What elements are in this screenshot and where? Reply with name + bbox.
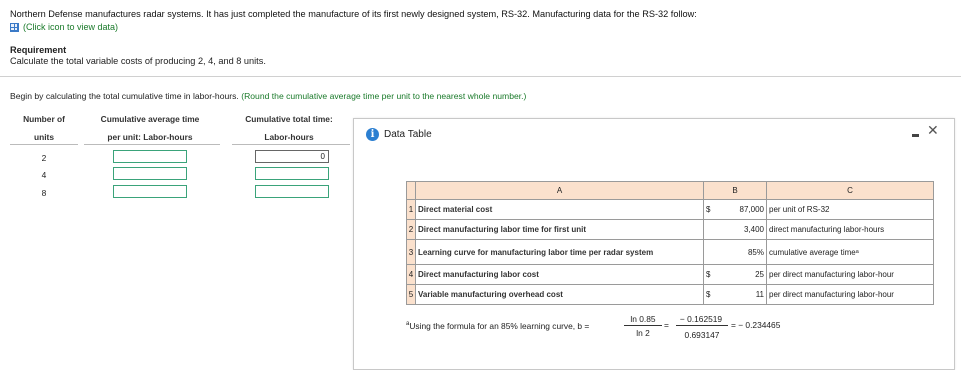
formula-result: = − 0.234465	[731, 320, 781, 330]
column-header-c: C	[766, 181, 934, 200]
total-time-input[interactable]: 0	[255, 150, 329, 163]
table-grid-icon[interactable]	[10, 22, 19, 32]
footnote: aUsing the formula for an 85% learning c…	[406, 321, 589, 331]
total-time-input[interactable]	[255, 167, 329, 180]
column-header-b: B	[703, 181, 767, 200]
header-units-line2: units	[33, 132, 54, 142]
fraction-1-bar	[624, 325, 662, 326]
view-data-link[interactable]: (Click icon to view data)	[10, 22, 118, 32]
table-row: 1 Direct material cost $ 87,000 per unit…	[406, 199, 934, 220]
fraction-2-numerator: − 0.162519	[679, 314, 723, 324]
row-label: Learning curve for manufacturing labor t…	[415, 239, 704, 265]
close-icon[interactable]: ✕	[927, 123, 939, 137]
fraction-2-bar	[676, 325, 728, 326]
requirement-title: Requirement	[10, 45, 67, 55]
dollar-sign	[703, 219, 718, 240]
dollar-sign: $	[703, 264, 718, 285]
header-rule-1	[10, 144, 78, 145]
header-total-line1: Cumulative total time:	[245, 114, 333, 124]
corner-cell	[406, 181, 416, 200]
row-label: Direct manufacturing labor time for firs…	[415, 219, 704, 240]
header-avg-line1: Cumulative average time	[100, 114, 200, 124]
avg-time-input[interactable]	[113, 185, 187, 198]
row-unit: per unit of RS-32	[766, 199, 934, 220]
avg-time-input[interactable]	[113, 150, 187, 163]
row-value: 11	[718, 284, 767, 305]
problem-intro: Northern Defense manufactures radar syst…	[10, 9, 697, 19]
fraction-2-denominator: 0.693147	[684, 330, 720, 340]
row-unit: cumulative average timeᵃ	[766, 239, 934, 265]
table-row: 2 Direct manufacturing labor time for fi…	[406, 219, 934, 240]
info-icon: i	[366, 128, 379, 141]
view-data-link-label[interactable]: (Click icon to view data)	[23, 22, 118, 32]
row-unit: per direct manufacturing labor-hour	[766, 284, 934, 305]
row-number: 4	[406, 264, 416, 285]
header-units-line1: Number of	[23, 114, 65, 124]
requirement-text: Calculate the total variable costs of pr…	[10, 56, 266, 66]
window-title: Data Table	[384, 129, 432, 140]
row-number: 1	[406, 199, 416, 220]
row-value: 3,400	[718, 219, 767, 240]
row-value: 85%	[718, 239, 767, 265]
table-row: 3 Learning curve for manufacturing labor…	[406, 239, 934, 265]
table-row: 4 Direct manufacturing labor cost $ 25 p…	[406, 264, 934, 285]
row-number: 5	[406, 284, 416, 305]
avg-time-input[interactable]	[113, 167, 187, 180]
instruction-hint: (Round the cumulative average time per u…	[241, 91, 527, 101]
row-label: Direct manufacturing labor cost	[415, 264, 704, 285]
row-unit: per direct manufacturing labor-hour	[766, 264, 934, 285]
header-rule-2	[84, 144, 220, 145]
equals-sign: =	[664, 320, 669, 330]
units-cell: 8	[41, 188, 47, 198]
row-value: 87,000	[718, 199, 767, 220]
table-row: 5 Variable manufacturing overhead cost $…	[406, 284, 934, 305]
data-table: A B C 1 Direct material cost $ 87,000 pe…	[406, 181, 934, 305]
header-rule-3	[232, 144, 350, 145]
units-cell: 2	[41, 153, 47, 163]
header-total-line2: Labor-hours	[264, 132, 314, 142]
row-label: Direct material cost	[415, 199, 704, 220]
fraction-1-numerator: ln 0.85	[630, 314, 656, 324]
column-header-row: A B C	[406, 181, 934, 200]
total-time-input[interactable]	[255, 185, 329, 198]
row-number: 2	[406, 219, 416, 240]
instruction-text: Begin by calculating the total cumulativ…	[10, 91, 526, 101]
dollar-sign: $	[703, 199, 718, 220]
fraction-1-denominator: ln 2	[636, 328, 650, 338]
row-value: 25	[718, 264, 767, 285]
row-unit: direct manufacturing labor-hours	[766, 219, 934, 240]
row-number: 3	[406, 239, 416, 265]
units-cell: 4	[41, 170, 47, 180]
header-avg-line2: per unit: Labor-hours	[107, 132, 193, 142]
row-label: Variable manufacturing overhead cost	[415, 284, 704, 305]
section-divider	[0, 76, 961, 77]
minimize-icon[interactable]	[912, 134, 919, 137]
dollar-sign	[703, 239, 718, 265]
footnote-text: Using the formula for an 85% learning cu…	[409, 321, 590, 331]
column-header-a: A	[415, 181, 704, 200]
dollar-sign: $	[703, 284, 718, 305]
instruction-main: Begin by calculating the total cumulativ…	[10, 91, 239, 101]
